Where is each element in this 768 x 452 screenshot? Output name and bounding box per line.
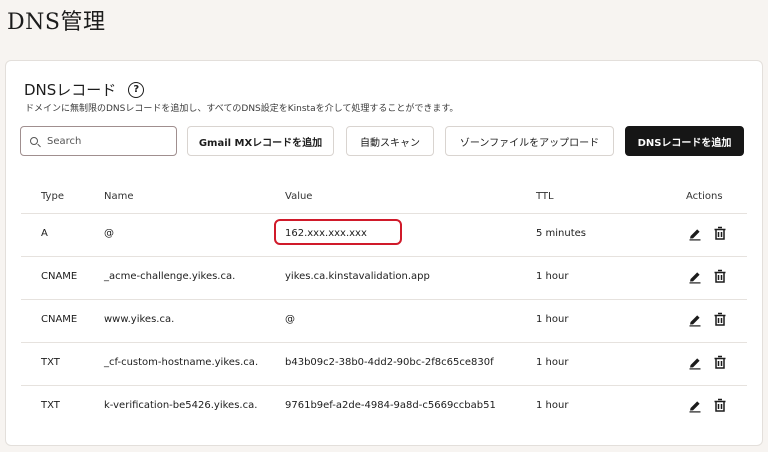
pencil-icon[interactable] [688, 270, 702, 284]
trash-icon[interactable] [713, 355, 727, 370]
table-row: A @ 162.xxx.xxx.xxx 5 minutes [21, 214, 747, 257]
highlight-annotation [274, 219, 402, 245]
table-row: CNAME www.yikes.ca. @ 1 hour [21, 300, 747, 343]
trash-icon[interactable] [713, 312, 727, 327]
cell-name: k-verification-be5426.yikes.ca. [104, 400, 258, 411]
column-header-type: Type [41, 191, 64, 202]
help-circle-icon[interactable]: ? [128, 81, 145, 98]
cell-type: CNAME [41, 314, 78, 325]
section-title: DNSレコード ? [24, 79, 145, 100]
table-row: CNAME _acme-challenge.yikes.ca. yikes.ca… [21, 257, 747, 300]
section-description: ドメインに無制限のDNSレコードを追加し、すべてのDNS設定をKinstaを介し… [25, 104, 459, 114]
page-title: DNS管理 [7, 10, 106, 35]
trash-icon[interactable] [713, 398, 727, 413]
cell-ttl: 1 hour [536, 271, 569, 282]
cell-value: yikes.ca.kinstavalidation.app [285, 271, 430, 282]
cell-name: _cf-custom-hostname.yikes.ca. [104, 357, 259, 368]
cell-ttl: 1 hour [536, 357, 569, 368]
table-row: TXT _cf-custom-hostname.yikes.ca. b43b09… [21, 343, 747, 386]
cell-value: b43b09c2-38b0-4dd2-90bc-2f8c65ce830f [285, 357, 494, 368]
pencil-icon[interactable] [688, 356, 702, 370]
cell-name: www.yikes.ca. [104, 314, 175, 325]
cell-type: TXT [41, 400, 60, 411]
column-header-actions: Actions [686, 191, 723, 202]
table-row: TXT k-verification-be5426.yikes.ca. 9761… [21, 386, 747, 429]
search-icon [30, 137, 38, 145]
dns-records-card: DNSレコード ? ドメインに無制限のDNSレコードを追加し、すべてのDNS設定… [5, 60, 763, 446]
section-title-text: DNSレコード [24, 81, 117, 99]
upload-zone-file-button[interactable]: ゾーンファイルをアップロード [445, 126, 614, 156]
cell-type: CNAME [41, 271, 78, 282]
cell-value: @ [285, 314, 295, 325]
search-input[interactable] [47, 135, 157, 147]
trash-icon[interactable] [713, 269, 727, 284]
pencil-icon[interactable] [688, 313, 702, 327]
cell-type: TXT [41, 357, 60, 368]
cell-value: 9761b9ef-a2de-4984-9a8d-c5669ccbab51 [285, 400, 496, 411]
cell-name: @ [104, 228, 114, 239]
pencil-icon[interactable] [688, 227, 702, 241]
column-header-name: Name [104, 191, 134, 202]
trash-icon[interactable] [713, 226, 727, 241]
column-header-value: Value [285, 191, 313, 202]
search-box[interactable] [20, 126, 177, 156]
cell-type: A [41, 228, 48, 239]
cell-ttl: 1 hour [536, 400, 569, 411]
cell-ttl: 1 hour [536, 314, 569, 325]
column-header-ttl: TTL [536, 191, 554, 202]
auto-scan-button[interactable]: 自動スキャン [346, 126, 434, 156]
add-dns-record-button[interactable]: DNSレコードを追加 [625, 126, 744, 156]
cell-name: _acme-challenge.yikes.ca. [104, 271, 236, 282]
pencil-icon[interactable] [688, 399, 702, 413]
add-gmail-mx-button[interactable]: Gmail MXレコードを追加 [187, 126, 334, 156]
cell-ttl: 5 minutes [536, 228, 587, 239]
